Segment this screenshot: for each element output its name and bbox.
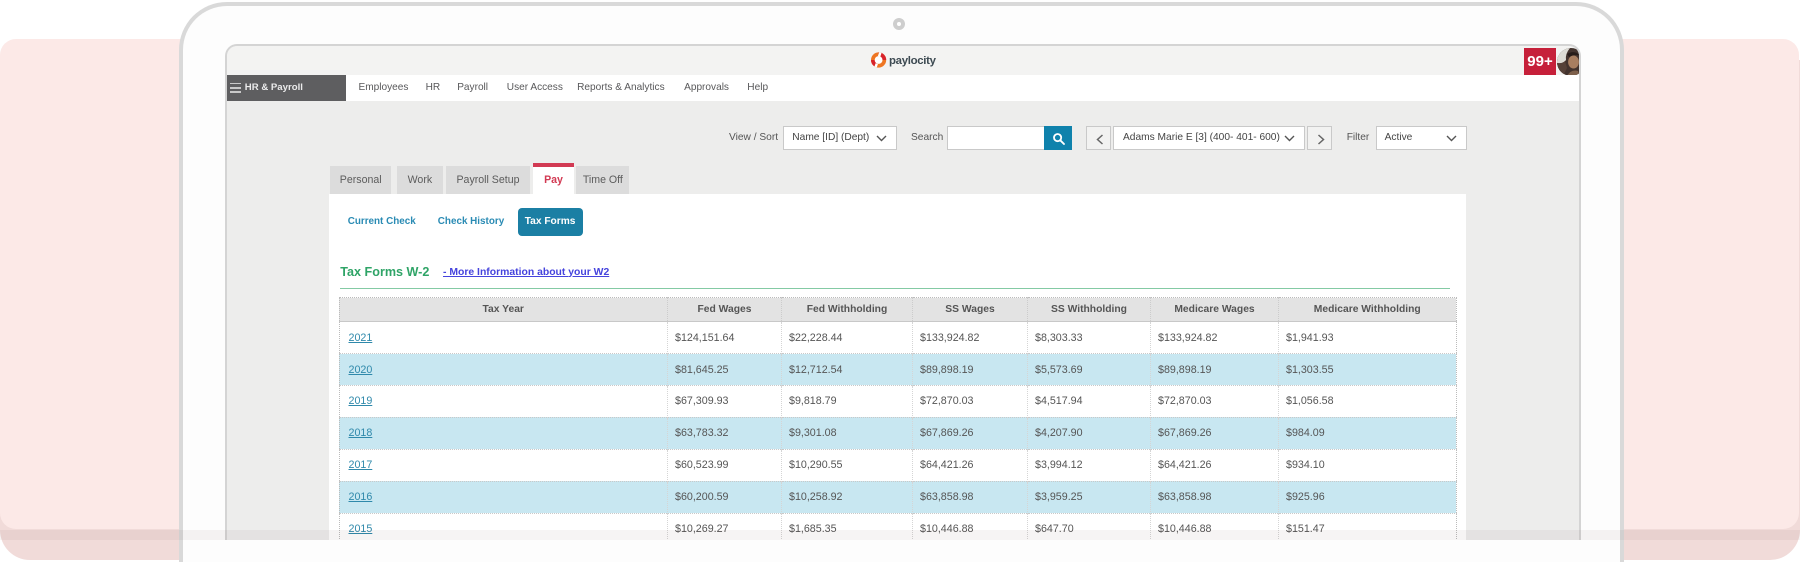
svg-text:paylocity: paylocity: [889, 55, 937, 67]
